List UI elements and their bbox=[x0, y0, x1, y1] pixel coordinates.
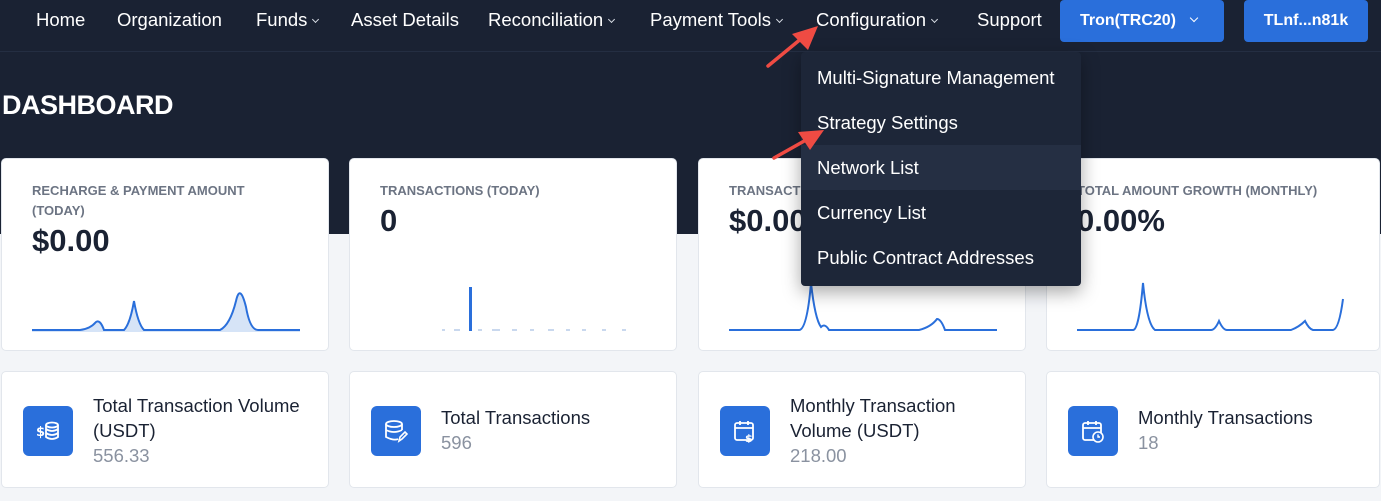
bar-chart bbox=[442, 287, 626, 331]
dollar-coins-icon: $ bbox=[23, 406, 73, 456]
menu-item-multi-signature[interactable]: Multi-Signature Management bbox=[801, 55, 1081, 100]
kpi-card-recharge-payment: RECHARGE & PAYMENT AMOUNT (TODAY) $0.00 bbox=[1, 158, 329, 351]
svg-text:$: $ bbox=[745, 432, 753, 443]
kpi-card-amount-growth: TOTAL AMOUNT GROWTH (MONTHLY) 0.00% bbox=[1046, 158, 1380, 351]
nav-reconciliation[interactable]: Reconciliation bbox=[488, 0, 616, 40]
nav-asset-details[interactable]: Asset Details bbox=[351, 0, 459, 40]
chevron-down-icon bbox=[1189, 13, 1199, 23]
stat-value: 556.33 bbox=[93, 445, 150, 466]
nav-configuration[interactable]: Configuration bbox=[816, 0, 939, 40]
nav-support[interactable]: Support bbox=[977, 0, 1042, 40]
chevron-down-icon bbox=[312, 15, 320, 24]
sparkline-chart bbox=[32, 292, 300, 332]
stat-card-monthly-volume: $ Monthly Transaction Volume (USDT) 218.… bbox=[698, 371, 1026, 488]
kpi-value: $0.00 bbox=[729, 203, 807, 238]
calendar-dollar-icon: $ bbox=[720, 406, 770, 456]
stat-title: Total Transactions bbox=[441, 407, 591, 428]
stat-card-total-transactions: Total Transactions 596 bbox=[349, 371, 677, 488]
wallet-address-button[interactable]: TLnf...n81k bbox=[1244, 0, 1368, 42]
annotation-arrow-icon bbox=[766, 26, 818, 68]
stat-value: 18 bbox=[1138, 432, 1159, 453]
menu-item-currency-list[interactable]: Currency List bbox=[801, 190, 1081, 235]
kpi-value: 0 bbox=[380, 203, 398, 238]
kpi-value: $0.00 bbox=[32, 223, 110, 258]
stat-card-monthly-transactions: Monthly Transactions 18 bbox=[1046, 371, 1380, 488]
menu-item-strategy-settings[interactable]: Strategy Settings bbox=[801, 100, 1081, 145]
sparkline-chart bbox=[1077, 282, 1344, 331]
menu-item-public-contract-addresses[interactable]: Public Contract Addresses bbox=[801, 235, 1081, 280]
kpi-value: 0.00% bbox=[1077, 203, 1165, 238]
chevron-down-icon bbox=[608, 15, 616, 24]
network-select-button[interactable]: Tron(TRC20) bbox=[1060, 0, 1224, 42]
kpi-label: TRANSACTIONS (TODAY) bbox=[380, 183, 540, 198]
nav-organization[interactable]: Organization bbox=[117, 0, 222, 40]
database-edit-icon bbox=[371, 406, 421, 456]
stat-card-total-volume: $ Total Transaction Volume (USDT) 556.33 bbox=[1, 371, 329, 488]
chevron-down-icon bbox=[931, 15, 939, 24]
stat-title: Monthly Transaction Volume (USDT) bbox=[790, 395, 956, 441]
kpi-card-transactions-today: TRANSACTIONS (TODAY) 0 bbox=[349, 158, 677, 351]
configuration-dropdown-menu: Multi-Signature Management Strategy Sett… bbox=[801, 52, 1081, 286]
menu-item-network-list[interactable]: Network List bbox=[801, 145, 1081, 190]
kpi-label: RECHARGE & PAYMENT AMOUNT (TODAY) bbox=[32, 183, 245, 218]
page-title: DASHBOARD bbox=[2, 90, 174, 120]
calendar-clock-icon bbox=[1068, 406, 1118, 456]
nav-home[interactable]: Home bbox=[36, 0, 85, 40]
nav-funds[interactable]: Funds bbox=[256, 0, 320, 40]
stat-title: Monthly Transactions bbox=[1138, 407, 1313, 428]
annotation-arrow-icon bbox=[772, 130, 824, 160]
stat-title: Total Transaction Volume (USDT) bbox=[93, 395, 300, 441]
top-navbar: Home Organization Funds Asset Details Re… bbox=[0, 0, 1381, 52]
stat-value: 596 bbox=[441, 432, 472, 453]
sparkline-chart bbox=[729, 282, 997, 331]
kpi-label: TOTAL AMOUNT GROWTH (MONTHLY) bbox=[1077, 183, 1318, 198]
svg-text:$: $ bbox=[36, 425, 45, 440]
stat-value: 218.00 bbox=[790, 445, 847, 466]
